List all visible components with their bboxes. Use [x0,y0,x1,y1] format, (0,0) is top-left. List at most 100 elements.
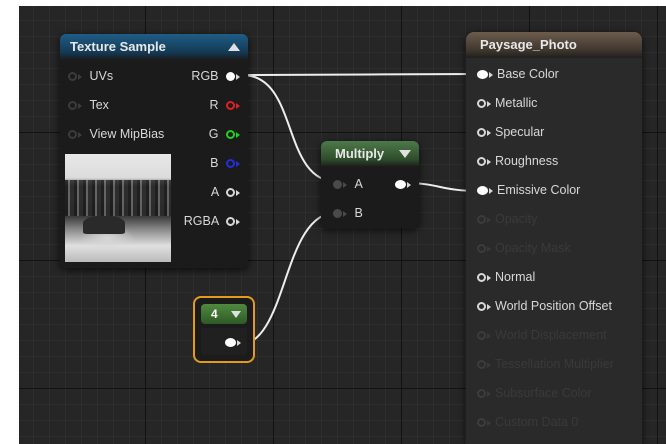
pin-label: A [210,185,219,199]
pin-label: Base Color [497,67,559,81]
pin-icon [333,180,342,190]
pin-icon [395,180,406,190]
material-pin-custom-data-0[interactable]: Custom Data 0 [477,414,578,430]
output-pin-r[interactable]: R [209,97,240,113]
collapse-arrow-icon[interactable] [228,43,240,51]
pin-label: View MipBias [89,127,165,141]
pin-arrow-icon [236,131,240,138]
pin-arrow-icon [78,131,82,138]
material-result-node[interactable]: Paysage_Photo Base Color Metallic Specular… [466,32,642,444]
material-pin-roughness[interactable]: Roughness [477,153,558,169]
input-pin-uvs[interactable]: UVs [68,68,113,84]
pin-icon [477,389,486,399]
pin-icon [68,130,77,140]
constant-output-pin[interactable] [225,334,241,350]
pin-arrow-icon [236,73,240,80]
pin-icon [477,99,486,109]
pin-label: Tex [89,98,109,112]
texture-sample-header[interactable]: Texture Sample [60,34,248,60]
texture-sample-title: Texture Sample [70,39,166,54]
pin-arrow-icon [489,71,493,78]
pin-icon [477,215,486,225]
pin-label: Opacity [495,212,538,226]
input-pin-view-mipbias[interactable]: View MipBias [68,126,164,142]
output-pin-g[interactable]: G [209,126,240,142]
pin-icon [333,209,342,219]
material-pin-emissive-color[interactable]: Emissive Color [477,182,580,198]
pin-icon [226,217,235,227]
pin-label: A [354,177,363,191]
pin-arrow-icon [343,210,347,217]
pin-label: Metallic [495,96,538,110]
pin-arrow-icon [236,160,240,167]
pin-icon [477,244,486,254]
material-pin-world-position-offset[interactable]: World Position Offset [477,298,612,314]
pin-arrow-icon [487,303,491,310]
multiply-header[interactable]: Multiply [321,141,419,167]
pin-label: Tessellation Multiplier [495,357,614,371]
pin-label: B [210,156,219,170]
pin-arrow-icon [487,216,491,223]
pin-arrow-icon [236,102,240,109]
output-pin-b[interactable]: B [210,155,240,171]
multiply-title: Multiply [335,146,385,161]
pin-arrow-icon [78,73,82,80]
pin-icon [477,360,486,370]
pin-icon [68,101,77,111]
output-pin-rgba[interactable]: RGBA [184,213,240,229]
material-title: Paysage_Photo [480,37,577,52]
pin-label: RGB [191,69,219,83]
material-pin-world-displacement[interactable]: World Displacement [477,327,607,343]
pin-arrow-icon [489,187,493,194]
pin-label: UVs [89,69,114,83]
material-pin-opacity-mask[interactable]: Opacity Mask [477,240,571,256]
pin-label: World Displacement [495,328,607,342]
preview-boat [83,216,125,234]
input-pin-a[interactable]: A [333,176,363,192]
constant-header[interactable]: 4 [201,304,247,324]
pin-arrow-icon [487,100,491,107]
material-pin-tessellation-multiplier[interactable]: Tessellation Multiplier [477,356,614,372]
pin-icon [477,157,486,167]
input-pin-tex[interactable]: Tex [68,97,109,113]
pin-label: R [209,98,219,112]
material-header[interactable]: Paysage_Photo [466,32,642,58]
pin-icon [226,101,235,111]
material-pin-base-color[interactable]: Base Color [477,66,559,82]
pin-label: RGBA [183,214,219,228]
pin-label: World Position Offset [495,299,612,313]
material-pin-metallic[interactable]: Metallic [477,95,537,111]
pin-icon [477,273,486,283]
constant-value: 4 [211,307,218,321]
collapse-arrow-icon[interactable] [231,311,241,318]
material-pin-opacity[interactable]: Opacity [477,211,537,227]
pin-label: Specular [495,125,545,139]
multiply-node[interactable]: Multiply A B [321,141,419,228]
pin-arrow-icon [487,419,491,426]
pin-arrow-icon [487,245,491,252]
output-pin-a[interactable]: A [211,184,240,200]
pin-icon [226,130,235,140]
pin-icon [68,72,77,82]
texture-preview-thumbnail [65,154,171,262]
pin-icon [477,186,488,196]
pin-icon [477,302,486,312]
output-pin-result[interactable] [395,176,411,192]
pin-label: Opacity Mask [495,241,571,255]
pin-icon [226,159,235,169]
input-pin-b[interactable]: B [333,205,363,221]
pin-arrow-icon [487,390,491,397]
constant-body [201,328,247,355]
material-pin-specular[interactable]: Specular [477,124,544,140]
pin-label: Custom Data 0 [495,415,579,429]
output-pin-rgb[interactable]: RGB [191,68,240,84]
pin-icon [477,70,488,80]
constant-node[interactable]: 4 [193,296,255,363]
pin-icon [477,418,486,428]
pin-label: Subsurface Color [495,386,592,400]
material-pin-subsurface-color[interactable]: Subsurface Color [477,385,592,401]
pin-arrow-icon [487,158,491,165]
pin-label: Roughness [495,154,559,168]
collapse-arrow-icon[interactable] [399,150,411,158]
material-pin-normal[interactable]: Normal [477,269,535,285]
